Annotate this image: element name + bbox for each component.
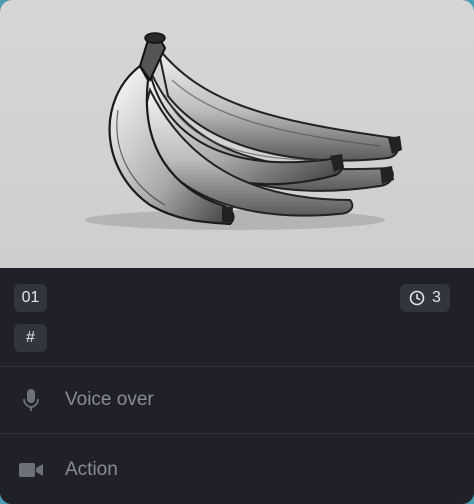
voice-over-placeholder: Voice over: [65, 389, 154, 410]
scene-card: 01 3 # Voice over Action: [0, 0, 474, 504]
banana-illustration: [85, 32, 402, 230]
video-camera-icon: [0, 461, 62, 479]
voice-over-field[interactable]: Voice over: [0, 366, 474, 433]
microphone-icon: [0, 388, 62, 412]
clock-icon: [409, 290, 425, 306]
action-field[interactable]: Action: [0, 433, 474, 504]
action-placeholder: Action: [65, 458, 118, 480]
scene-meta: 01 3 #: [0, 268, 474, 366]
scene-image[interactable]: [0, 0, 474, 268]
scene-number-badge[interactable]: 01: [14, 284, 47, 312]
hashtag-button[interactable]: #: [14, 324, 47, 352]
duration-value: 3: [432, 289, 441, 306]
duration-badge[interactable]: 3: [400, 284, 450, 312]
